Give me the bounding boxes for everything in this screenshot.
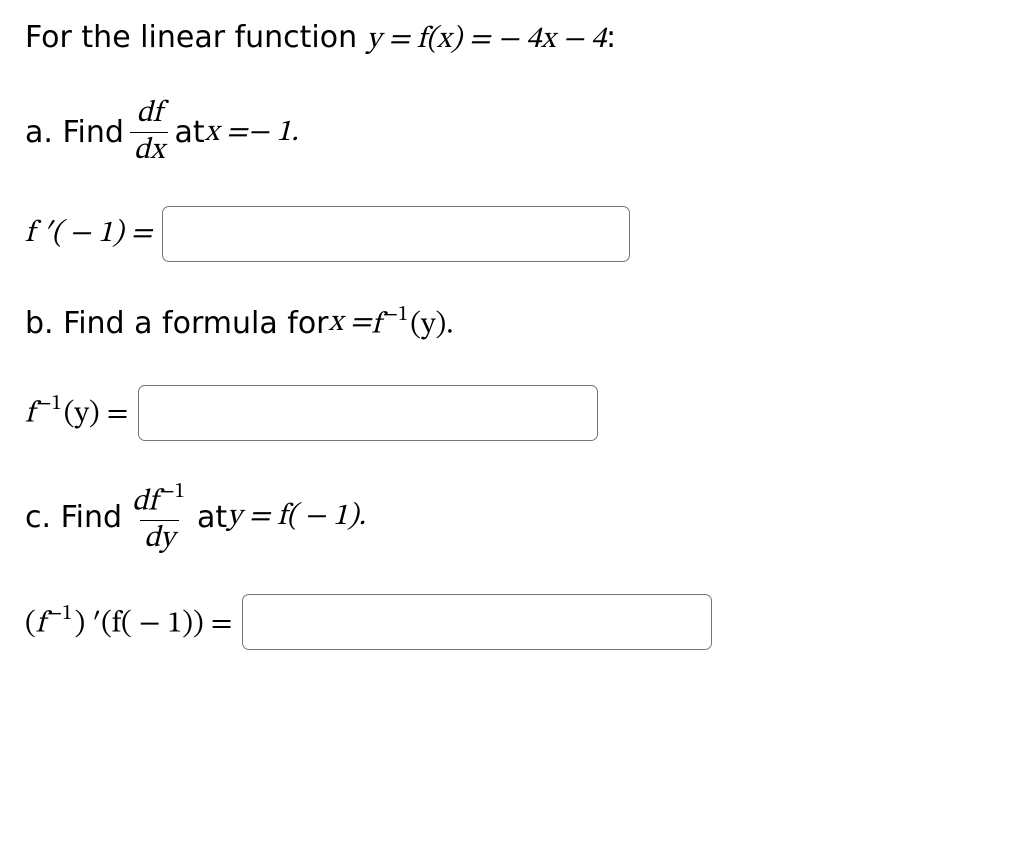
q-b-exp: −1 (383, 304, 409, 325)
q-a-at: at (174, 115, 204, 150)
question-b: b. Find a formula for x = f−1(y). (25, 302, 1010, 345)
answer-c-f: f (36, 609, 45, 639)
answer-c-input[interactable] (242, 594, 712, 650)
q-a-label: a. Find (25, 115, 124, 150)
q-a-val: − 1. (248, 114, 299, 152)
answer-c-open: ( (25, 609, 36, 639)
q-b-xeq: x = (329, 304, 372, 342)
answer-a-lhs: f ′( − 1) = (25, 215, 152, 253)
q-b-f: f (372, 311, 381, 341)
frac-num-main: df (132, 487, 157, 517)
q-c-at: at (197, 500, 227, 535)
answer-c-arg: (f( − 1)) = (101, 609, 232, 639)
question-a: a. Find df dx at x = − 1. (25, 99, 1010, 166)
frac-den-c: dy (140, 520, 179, 554)
intro-eq2: − 4x − 4 (498, 25, 606, 55)
answer-b-input[interactable] (138, 385, 598, 441)
answer-b-yparen: (y) = (64, 400, 129, 430)
q-b-finv: f−1(y). (372, 302, 454, 345)
intro-suffix: : (606, 20, 616, 55)
intro-line: For the linear function y = f(x) = − 4x … (25, 20, 1010, 59)
answer-b-lhs: f−1(y) = (25, 391, 128, 434)
q-b-yparen: (y). (410, 311, 453, 341)
answer-b-f: f (25, 400, 34, 430)
intro-prefix: For the linear function (25, 20, 367, 55)
intro-eq1: y = f(x) = (367, 25, 498, 55)
frac-num-exp: −1 (159, 481, 185, 502)
frac-num: df (133, 99, 166, 132)
answer-a-input[interactable] (162, 206, 630, 262)
q-c-yeq: y = f( − 1). (227, 498, 366, 536)
frac-df-dx: df dx (130, 99, 169, 166)
q-b-label: b. Find a formula for (25, 306, 329, 341)
q-a-xeq: x = (205, 114, 248, 152)
answer-b-row: f−1(y) = (25, 385, 1010, 441)
answer-b-exp: −1 (36, 393, 62, 414)
question-c: c. Find df−1 dy at y = f( − 1). (25, 481, 1010, 555)
frac-num-c: df−1 (128, 481, 191, 521)
answer-a-row: f ′( − 1) = (25, 206, 1010, 262)
q-c-label: c. Find (25, 500, 122, 535)
frac-den: dx (130, 132, 169, 166)
frac-dfinv-dy: df−1 dy (128, 481, 191, 555)
answer-c-row: (f−1) ′(f( − 1)) = (25, 594, 1010, 650)
answer-c-exp: −1 (47, 603, 73, 624)
answer-c-close-prime: ) ′ (74, 609, 101, 639)
answer-c-lhs: (f−1) ′(f( − 1)) = (25, 601, 232, 644)
